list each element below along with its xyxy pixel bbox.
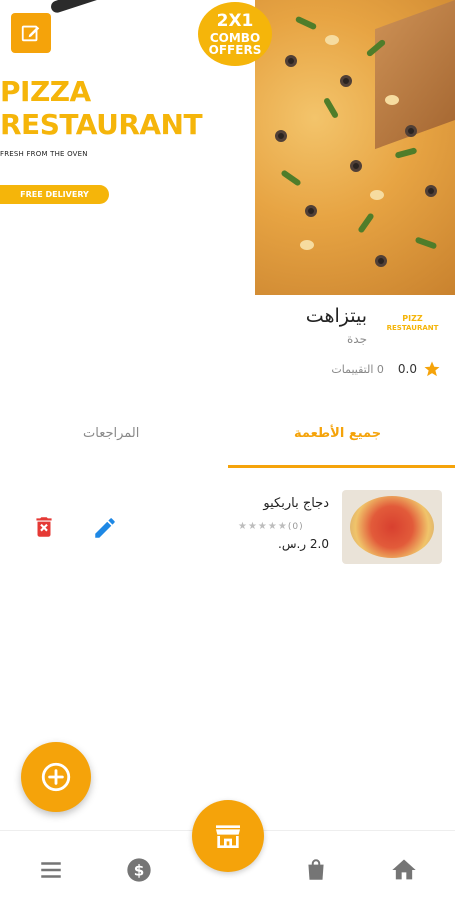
- ratings-count: 0 التقييمات: [331, 362, 384, 376]
- banner-subtitle: FRESH FROM THE OVEN: [0, 150, 88, 158]
- restaurant-logo: PIZZ RESTAURANT: [385, 314, 440, 344]
- free-delivery-pill: FREE DELIVERY: [0, 185, 109, 204]
- shopping-bag-icon: [308, 859, 324, 880]
- add-item-fab[interactable]: [21, 742, 91, 812]
- combo-line1: 2X1: [216, 10, 254, 31]
- trash-icon: [36, 517, 52, 537]
- dollar-icon: $: [127, 858, 151, 882]
- combo-line3: OFFERS: [208, 42, 262, 57]
- banner-title-line2: RESTAURANT: [0, 108, 203, 141]
- food-item-image: [342, 490, 442, 564]
- food-item-reviews-count: (0): [287, 522, 304, 532]
- svg-text:$: $: [134, 861, 145, 879]
- food-item-price: 2.0 ر.س.: [278, 537, 329, 551]
- edit-banner-button[interactable]: [11, 13, 51, 53]
- restaurant-banner: 2X1 COMBO OFFERS PIZZA RESTAURANT FRESH …: [0, 0, 455, 295]
- food-item-rating: ★★★★★(0): [238, 521, 306, 532]
- food-item-name: دجاج باربكيو: [263, 496, 329, 511]
- food-item-stars: ★★★★★: [238, 521, 288, 532]
- home-icon: [392, 859, 416, 880]
- nav-menu-button[interactable]: [36, 855, 66, 885]
- menu-tabs: المراجعات جميع الأطعمة: [0, 410, 455, 470]
- banner-title-line1: PIZZA: [0, 75, 91, 108]
- tab-all-foods[interactable]: جميع الأطعمة: [294, 426, 381, 441]
- star-icon: [424, 361, 440, 377]
- restaurant-name: بيتزاهت: [305, 305, 367, 327]
- pencil-icon: [95, 518, 115, 538]
- pen-decoration: [49, 0, 106, 15]
- nav-store-button[interactable]: [192, 800, 264, 872]
- active-tab-indicator: [228, 465, 455, 468]
- logo-line1: PIZZ: [402, 314, 423, 323]
- add-circle-icon: [41, 762, 71, 792]
- menu-icon: [41, 862, 61, 878]
- tab-reviews[interactable]: المراجعات: [83, 426, 139, 441]
- nav-home-button[interactable]: [389, 855, 419, 885]
- rating-value: 0.0: [397, 362, 417, 376]
- nav-earnings-button[interactable]: $: [124, 855, 154, 885]
- combo-line2: COMBO: [209, 30, 261, 45]
- food-item[interactable]: دجاج باربكيو ★★★★★(0) 2.0 ر.س.: [0, 485, 455, 570]
- banner-title: PIZZA RESTAURANT: [0, 75, 203, 141]
- restaurant-rating: 0 التقييمات 0.0: [331, 360, 441, 378]
- logo-line2: RESTAURANT: [386, 324, 439, 332]
- combo-offer-badge: 2X1 COMBO OFFERS: [198, 2, 272, 66]
- pizza-banner-image: [255, 0, 455, 295]
- nav-orders-button[interactable]: [301, 855, 331, 885]
- restaurant-city: جدة: [346, 332, 367, 346]
- store-icon: [216, 825, 240, 848]
- edit-item-button[interactable]: [92, 515, 118, 541]
- edit-square-icon: [21, 25, 40, 42]
- delete-item-button[interactable]: [31, 514, 57, 540]
